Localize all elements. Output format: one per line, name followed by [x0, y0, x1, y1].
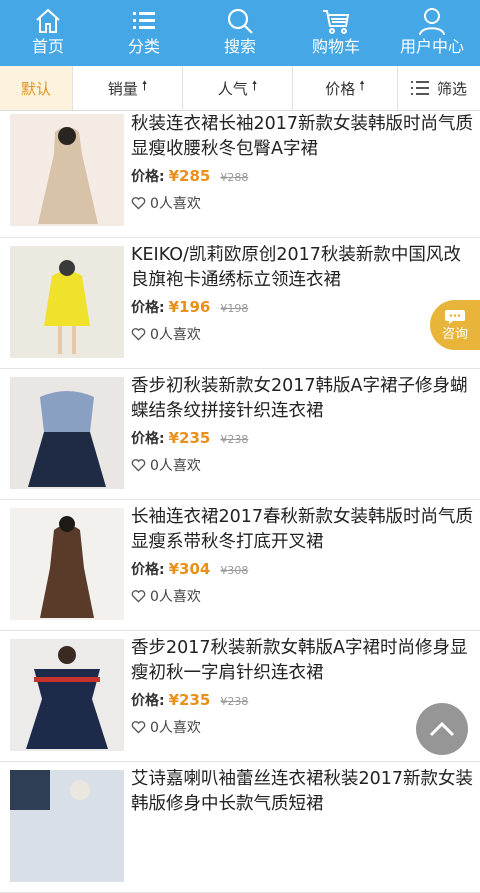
chat-bubble-icon [445, 309, 465, 324]
nav-cart-label: 购物车 [311, 37, 360, 56]
current-price: ¥196 [168, 298, 211, 316]
heart-icon [131, 197, 146, 210]
product-title[interactable]: 秋装连衣裙长袖2017新款女装韩版时尚气质显瘦收腰秋冬包臀A字裙 [131, 112, 475, 162]
product-title[interactable]: 艾诗嘉喇叭袖蕾丝连衣裙秋装2017新款女装韩版修身中长款气质短裙 [131, 767, 475, 817]
filter-label: 筛选 [436, 79, 467, 98]
consult-label: 咨询 [441, 326, 468, 342]
price-row: 价格: ¥196 ¥198 [131, 297, 248, 317]
chevron-up-icon [429, 721, 455, 737]
arrow-up-icon: 🠕 [251, 79, 258, 94]
heart-icon [131, 721, 146, 734]
product-image[interactable] [10, 377, 124, 489]
price-row: 价格: ¥285 ¥288 [131, 166, 248, 186]
sort-sales-label: 销量 [107, 79, 138, 98]
sort-popularity[interactable]: 人气 🠕 [183, 66, 293, 110]
heart-icon [131, 590, 146, 603]
price-row: 价格: ¥304 ¥308 [131, 559, 248, 579]
home-icon [36, 8, 60, 33]
product-item[interactable]: KEIKO/凯莉欧原创2017秋装新款中国风改良旗袍卡通绣标立领连衣裙 价格: … [0, 238, 480, 369]
original-price: ¥308 [220, 564, 249, 577]
product-title[interactable]: 长袖连衣裙2017春秋新款女装韩版时尚气质显瘦系带秋冬打底开叉裙 [131, 505, 475, 555]
nav-user-label: 用户中心 [399, 37, 464, 56]
product-image[interactable] [10, 639, 124, 751]
product-item[interactable]: 秋装连衣裙长袖2017新款女装韩版时尚气质显瘦收腰秋冬包臀A字裙 价格: ¥28… [0, 111, 480, 238]
product-photo [10, 639, 124, 751]
user-icon [419, 8, 445, 36]
list-icon [133, 12, 155, 29]
product-image[interactable] [10, 246, 124, 358]
price-label: 价格: [131, 562, 165, 578]
like-row[interactable]: 0人喜欢 [131, 455, 201, 475]
price-row: 价格: ¥235 ¥238 [131, 690, 248, 710]
product-photo [10, 377, 124, 489]
like-count: 0人喜欢 [150, 327, 201, 343]
current-price: ¥285 [168, 167, 211, 185]
like-row[interactable]: 0人喜欢 [131, 717, 201, 737]
product-item[interactable]: 香步2017秋装新款女韩版A字裙时尚修身显瘦初秋一字肩针织连衣裙 价格: ¥23… [0, 631, 480, 762]
heart-icon [131, 328, 146, 341]
like-row[interactable]: 0人喜欢 [131, 193, 201, 213]
sort-sales[interactable]: 销量 🠕 [73, 66, 183, 110]
product-title[interactable]: KEIKO/凯莉欧原创2017秋装新款中国风改良旗袍卡通绣标立领连衣裙 [131, 243, 475, 293]
product-item[interactable]: 长袖连衣裙2017春秋新款女装韩版时尚气质显瘦系带秋冬打底开叉裙 价格: ¥30… [0, 500, 480, 631]
filter-list-icon [410, 81, 429, 95]
arrow-up-icon: 🠕 [141, 79, 148, 94]
sort-price[interactable]: 价格 🠕 [293, 66, 398, 110]
product-photo [10, 246, 124, 358]
price-label: 价格: [131, 300, 165, 316]
product-item[interactable]: 艾诗嘉喇叭袖蕾丝连衣裙秋装2017新款女装韩版修身中长款气质短裙 [0, 762, 480, 893]
consult-button[interactable]: 咨询 [430, 300, 480, 350]
product-photo [10, 114, 124, 226]
back-to-top-button[interactable] [416, 703, 468, 755]
sort-default-label: 默认 [20, 79, 51, 98]
sort-filter-bar: 默认 销量 🠕 人气 🠕 价格 🠕 筛选 [0, 66, 480, 111]
product-photo [10, 770, 124, 882]
current-price: ¥235 [168, 429, 211, 447]
sort-default[interactable]: 默认 [0, 66, 73, 110]
nav-home[interactable]: 首页 [0, 0, 96, 66]
search-icon [227, 8, 253, 34]
price-label: 价格: [131, 169, 165, 185]
original-price: ¥238 [220, 433, 249, 446]
cart-icon [323, 10, 350, 34]
original-price: ¥198 [220, 302, 249, 315]
top-nav: 首页 分类 搜索 购物车 用户中心 [0, 0, 480, 66]
arrow-up-icon: 🠕 [359, 79, 365, 94]
like-count: 0人喜欢 [150, 196, 201, 212]
current-price: ¥304 [168, 560, 211, 578]
product-title[interactable]: 香步初秋装新款女2017韩版A字裙子修身蝴蝶结条纹拼接针织连衣裙 [131, 374, 475, 424]
original-price: ¥288 [220, 171, 249, 184]
like-row[interactable]: 0人喜欢 [131, 586, 201, 606]
sort-price-label: 价格 [325, 79, 356, 98]
like-count: 0人喜欢 [150, 589, 201, 605]
original-price: ¥238 [220, 695, 249, 708]
nav-home-label: 首页 [31, 37, 64, 56]
product-image[interactable] [10, 114, 124, 226]
product-item[interactable]: 香步初秋装新款女2017韩版A字裙子修身蝴蝶结条纹拼接针织连衣裙 价格: ¥23… [0, 369, 480, 500]
current-price: ¥235 [168, 691, 211, 709]
nav-cart[interactable]: 购物车 [288, 0, 384, 66]
product-image[interactable] [10, 770, 124, 882]
product-title[interactable]: 香步2017秋装新款女韩版A字裙时尚修身显瘦初秋一字肩针织连衣裙 [131, 636, 475, 686]
heart-icon [131, 459, 146, 472]
sort-popularity-label: 人气 [217, 79, 248, 98]
product-image[interactable] [10, 508, 124, 620]
like-count: 0人喜欢 [150, 458, 201, 474]
nav-search[interactable]: 搜索 [192, 0, 288, 66]
product-photo [10, 508, 124, 620]
filter-button[interactable]: 筛选 [398, 66, 480, 110]
nav-search-label: 搜索 [223, 37, 256, 56]
price-row: 价格: ¥235 ¥238 [131, 428, 248, 448]
nav-category[interactable]: 分类 [96, 0, 192, 66]
price-label: 价格: [131, 431, 165, 447]
like-count: 0人喜欢 [150, 720, 201, 736]
product-list: 秋装连衣裙长袖2017新款女装韩版时尚气质显瘦收腰秋冬包臀A字裙 价格: ¥28… [0, 111, 480, 893]
price-label: 价格: [131, 693, 165, 709]
nav-category-label: 分类 [127, 37, 160, 56]
nav-user[interactable]: 用户中心 [384, 0, 480, 66]
like-row[interactable]: 0人喜欢 [131, 324, 201, 344]
